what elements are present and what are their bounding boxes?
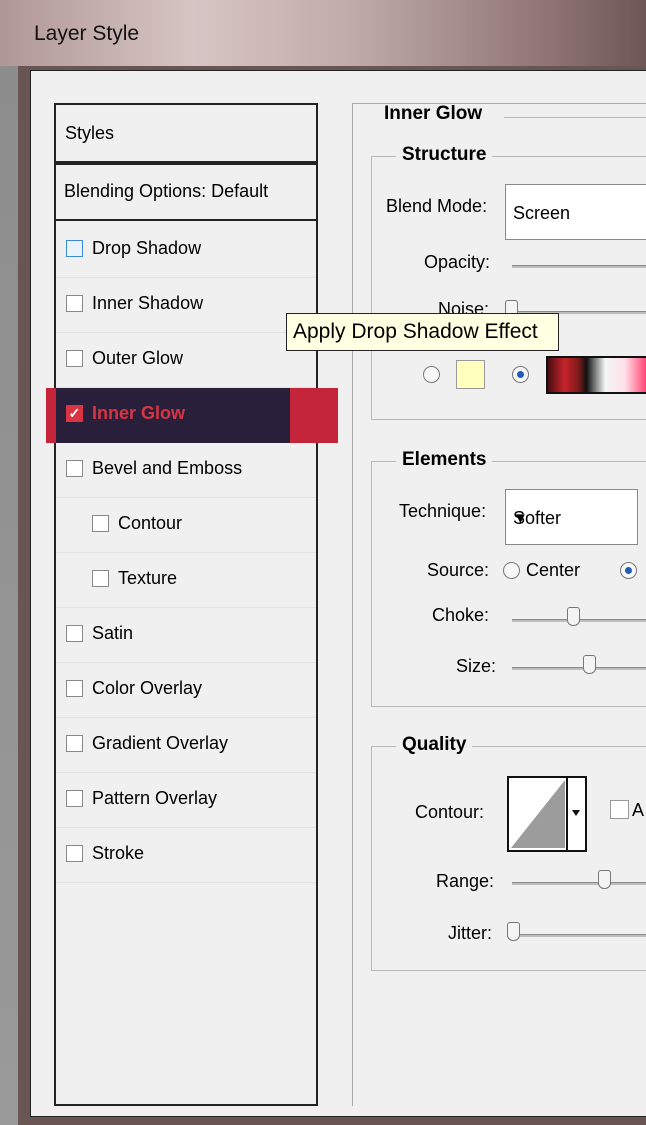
opacity-slider[interactable] (512, 265, 646, 268)
active-right-accent (290, 388, 338, 443)
size-slider-thumb[interactable] (583, 655, 596, 674)
size-slider[interactable] (512, 667, 646, 670)
source-center-radio[interactable] (503, 562, 520, 579)
contour-checkbox[interactable] (92, 515, 109, 532)
background-strip (0, 0, 18, 1125)
blending-options-item[interactable]: Blending Options: Default (56, 163, 316, 221)
contour-label: Contour: (415, 802, 485, 822)
style-item-label: Color Overlay (92, 678, 203, 698)
jitter-label: Jitter: (448, 923, 493, 943)
contour-picker[interactable] (507, 776, 587, 852)
drop-shadow-checkbox[interactable] (66, 240, 83, 257)
source-label: Source: (427, 560, 490, 580)
source-center-label: Center (526, 560, 581, 580)
color-overlay-checkbox[interactable] (66, 680, 83, 697)
blending-options-label: Blending Options: Default (64, 181, 269, 201)
contour-curve-icon (511, 778, 580, 850)
style-item-label: Satin (92, 623, 134, 643)
inner-glow-rule (504, 117, 646, 118)
glow-gradient-picker[interactable] (546, 356, 646, 394)
tooltip: Apply Drop Shadow Effect (286, 313, 559, 351)
style-item-pattern-overlay[interactable]: Pattern Overlay (56, 773, 316, 828)
tooltip-text: Apply Drop Shadow Effect (293, 320, 538, 343)
style-item-label: Gradient Overlay (92, 733, 229, 753)
style-item-gradient-overlay[interactable]: Gradient Overlay (56, 718, 316, 773)
gradient-overlay-checkbox[interactable] (66, 735, 83, 752)
range-slider[interactable] (512, 882, 646, 885)
style-item-label: Contour (118, 513, 183, 533)
anti-aliased-label: A (632, 800, 645, 820)
active-left-accent (46, 388, 56, 443)
style-item-inner-shadow[interactable]: Inner Shadow (56, 278, 316, 333)
style-item-outer-glow[interactable]: Outer Glow (56, 333, 316, 388)
range-label: Range: (436, 871, 495, 891)
style-item-label: Bevel and Emboss (92, 458, 243, 478)
style-item-stroke[interactable]: Stroke (56, 828, 316, 883)
quality-title: Quality (396, 734, 473, 756)
style-item-label: Inner Glow (92, 403, 186, 423)
range-slider-thumb[interactable] (598, 870, 611, 889)
choke-slider-thumb[interactable] (567, 607, 580, 626)
opacity-label: Opacity: (424, 252, 491, 272)
stroke-checkbox[interactable] (66, 845, 83, 862)
jitter-slider-thumb[interactable] (507, 922, 520, 941)
technique-label: Technique: (399, 501, 487, 521)
blend-mode-select[interactable]: Screen (505, 184, 646, 240)
outer-glow-checkbox[interactable] (66, 350, 83, 367)
blend-mode-label: Blend Mode: (386, 196, 488, 216)
inner-glow-title: Inner Glow (384, 103, 483, 124)
gradient-radio[interactable] (512, 366, 529, 383)
style-item-color-overlay[interactable]: Color Overlay (56, 663, 316, 718)
chevron-down-icon: ▼ (513, 510, 528, 527)
inner-glow-checkbox[interactable]: ✓ (66, 405, 83, 422)
styles-panel: Styles Blending Options: Default Drop Sh… (46, 103, 338, 1106)
blend-mode-value: Screen (513, 203, 571, 223)
style-item-contour[interactable]: Contour (56, 498, 316, 553)
style-item-label: Inner Shadow (92, 293, 204, 313)
style-item-label: Pattern Overlay (92, 788, 218, 808)
satin-checkbox[interactable] (66, 625, 83, 642)
technique-select[interactable]: Softer ▼ (505, 489, 638, 545)
styles-header[interactable]: Styles (56, 105, 316, 163)
style-item-texture[interactable]: Texture (56, 553, 316, 608)
style-item-label: Outer Glow (92, 348, 184, 368)
style-item-drop-shadow[interactable]: Drop Shadow (56, 223, 316, 278)
style-item-inner-glow[interactable]: ✓ Inner Glow (46, 388, 338, 443)
styles-header-label: Styles (65, 123, 115, 143)
size-label: Size: (456, 656, 497, 676)
choke-label: Choke: (432, 605, 490, 625)
jitter-slider[interactable] (512, 934, 646, 937)
bevel-emboss-checkbox[interactable] (66, 460, 83, 477)
texture-checkbox[interactable] (92, 570, 109, 587)
inner-shadow-checkbox[interactable] (66, 295, 83, 312)
style-item-satin[interactable]: Satin (56, 608, 316, 663)
structure-title: Structure (396, 144, 493, 166)
elements-title: Elements (396, 449, 493, 471)
style-item-label: Stroke (92, 843, 145, 863)
title-bar[interactable]: Layer Style (0, 0, 646, 66)
pattern-overlay-checkbox[interactable] (66, 790, 83, 807)
source-edge-radio[interactable] (620, 562, 637, 579)
style-item-label: Drop Shadow (92, 238, 202, 258)
color-radio[interactable] (423, 366, 440, 383)
anti-aliased-checkbox[interactable] (610, 800, 629, 819)
layer-style-window: Layer Style Styles Blending Options: Def… (0, 0, 646, 1125)
window-title: Layer Style (34, 22, 140, 45)
style-item-label: Texture (118, 568, 178, 588)
glow-color-swatch[interactable] (456, 360, 485, 389)
style-item-bevel-emboss[interactable]: Bevel and Emboss (56, 443, 316, 498)
